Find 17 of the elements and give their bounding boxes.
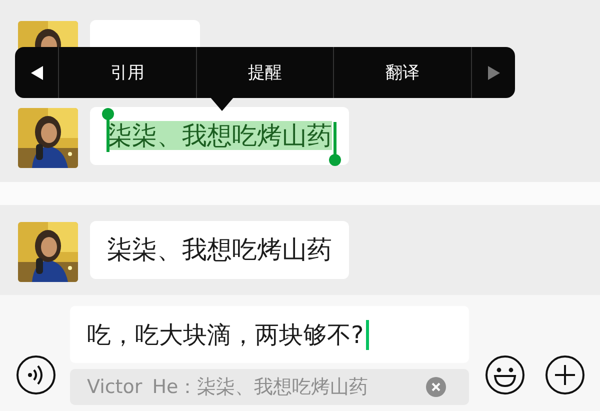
previous-icon[interactable] — [28, 64, 44, 82]
selection-handle[interactable] — [329, 122, 341, 166]
quote-text: Victor He：柒柒、我想吃烤山药 — [87, 375, 368, 400]
message-bubble[interactable]: 柒柒、我想吃烤山药 — [90, 221, 349, 279]
menu-item[interactable]: 提醒 — [196, 47, 334, 98]
voice-icon[interactable] — [16, 355, 56, 395]
input-text: 吃，吃大块滴，两块够不? — [87, 320, 364, 350]
message-input[interactable]: 吃，吃大块滴，两块够不? — [70, 306, 469, 363]
add-icon[interactable] — [545, 355, 585, 395]
message-bubble[interactable]: 柒柒、我想吃烤山药 — [90, 107, 349, 165]
clear-icon[interactable] — [426, 377, 446, 397]
text-caret — [366, 320, 369, 350]
message-text: 柒柒、我想吃烤山药 — [107, 235, 332, 264]
emoji-icon[interactable] — [485, 355, 525, 395]
menu-item[interactable]: 引用 — [59, 47, 197, 98]
message-text: 柒柒、我想吃烤山药 — [107, 121, 332, 150]
menu-item[interactable]: 翻译 — [334, 47, 472, 98]
